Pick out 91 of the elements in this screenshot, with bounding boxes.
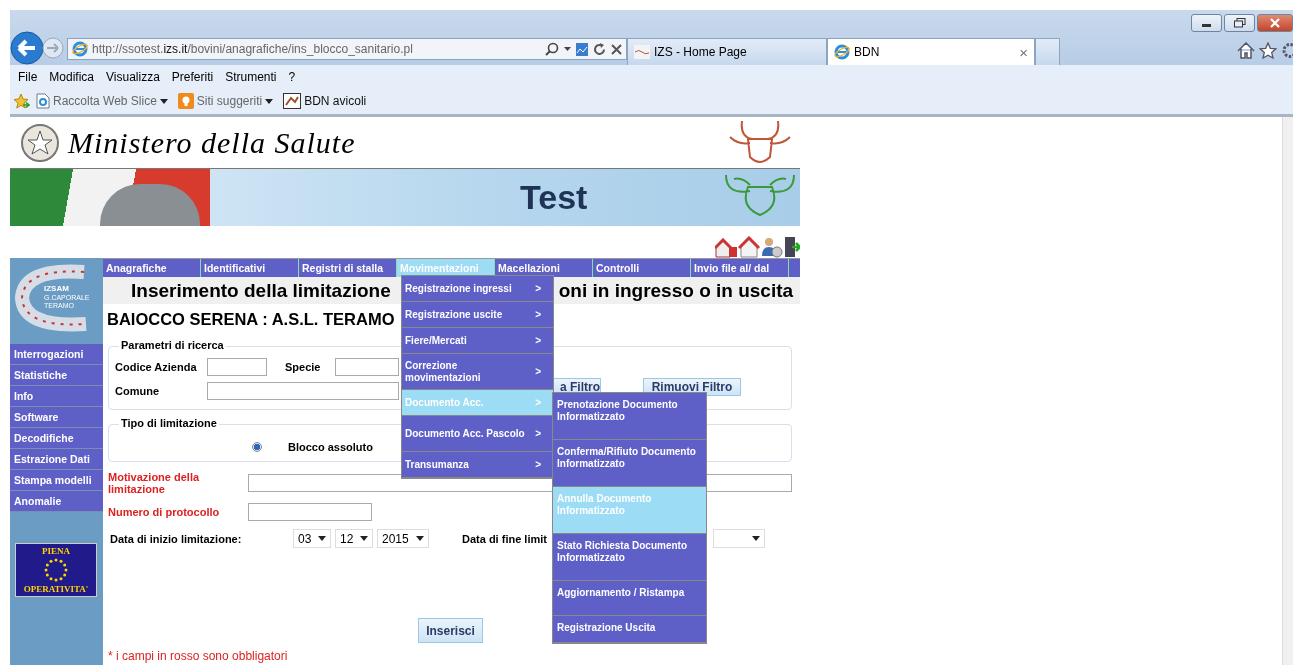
favorites-link[interactable]: BDN avicoli [304, 94, 367, 108]
star-icon[interactable] [1259, 42, 1277, 59]
field-label: Data di inizio limitazione: [109, 532, 243, 545]
field-label: Comune [115, 385, 160, 397]
caret-icon[interactable] [564, 47, 571, 51]
sidebar-item[interactable]: Statistiche [10, 365, 103, 386]
field-label: Codice Azienda [115, 361, 198, 373]
sidebar-item[interactable]: Decodifiche [10, 428, 103, 449]
forward-button[interactable] [42, 37, 64, 59]
menu-item[interactable]: Stato Richiesta Documento Informatizzato [553, 534, 706, 581]
year-select[interactable] [713, 529, 765, 548]
sidebar-item[interactable]: Interrogazioni [10, 344, 103, 365]
radio-label: Blocco assoluto [288, 441, 373, 453]
scrollbar[interactable] [1282, 117, 1293, 665]
user-refresh-icon[interactable] [761, 236, 783, 258]
tab-close-button[interactable]: × [1019, 43, 1028, 61]
sidebar-item[interactable]: Estrazione Dati [10, 449, 103, 470]
home-icon[interactable] [1237, 42, 1255, 59]
favorites-star-icon[interactable] [13, 93, 30, 109]
menu-item[interactable]: Registrazione ingressi > [402, 276, 553, 302]
caret-icon [318, 536, 326, 541]
sidebar-item[interactable]: Stampa modelli [10, 470, 103, 491]
radio-button[interactable] [252, 442, 262, 452]
menu-item[interactable]: Fiere/Mercati > [402, 328, 553, 354]
menu-item[interactable]: Prenotazione Documento Informatizzato [553, 393, 706, 440]
menu-item[interactable]: Aggiornamento / Ristampa [553, 581, 706, 616]
close-icon[interactable] [611, 43, 622, 55]
caret-icon [360, 536, 368, 541]
ministry-title: Ministero della Salute [68, 125, 356, 160]
specie-field[interactable] [335, 358, 399, 376]
menu-item[interactable]: Registrazione Uscita [553, 616, 706, 643]
sidebar-item[interactable]: Anomalie [10, 491, 103, 512]
back-button[interactable] [10, 31, 44, 65]
caret-icon [752, 536, 760, 541]
insert-button[interactable]: Inserisci [418, 618, 483, 643]
favorites-link[interactable]: Raccolta Web Slice [53, 94, 157, 108]
menu-item[interactable]: Modifica [49, 69, 95, 84]
restore-button[interactable] [1224, 14, 1255, 32]
settings-icon[interactable] [1281, 42, 1293, 59]
month-select[interactable]: 12 [335, 529, 373, 548]
favorites-link[interactable]: Siti suggeriti [196, 94, 263, 108]
page-title: Inserimento della limitazione [131, 279, 391, 302]
browser-tab[interactable]: IZS - Home Page [627, 38, 827, 65]
menu-item[interactable]: Visualizza [106, 69, 160, 84]
year-select[interactable]: 2015 [377, 529, 429, 548]
field-label: Specie [285, 361, 322, 373]
minimize-button[interactable] [1191, 14, 1222, 32]
site-favicon-icon [634, 45, 650, 59]
sidebar-item[interactable]: Info [10, 386, 103, 407]
refresh-icon[interactable] [593, 42, 606, 56]
panel-legend: Parametri di ricerca [119, 339, 226, 351]
ie-logo-icon [72, 41, 88, 57]
eu-operativity-badge: PIENA OPERATIVITA' [15, 543, 97, 597]
caret-icon [416, 536, 424, 541]
close-icon [1270, 18, 1280, 28]
browser-tab[interactable]: BDN × [827, 38, 1035, 65]
sidebar-item[interactable]: Software [10, 407, 103, 428]
menu-item[interactable]: Strumenti [225, 69, 277, 84]
eu-stars-icon [43, 558, 69, 582]
institute-name: IZSAM [44, 284, 69, 293]
restore-icon [1233, 18, 1246, 28]
menu-item[interactable]: Preferiti [171, 69, 214, 84]
page-title: oni in ingresso o in uscita [558, 279, 794, 302]
field-label: Data di fine limit [462, 532, 548, 545]
house-icon[interactable] [738, 236, 760, 258]
exit-door-icon[interactable] [784, 236, 800, 258]
day-select[interactable]: 03 [293, 529, 331, 548]
panel-legend: Tipo di limitazione [119, 417, 219, 429]
ie-page-icon [36, 93, 50, 109]
search-icon[interactable] [545, 42, 559, 56]
close-button[interactable] [1257, 14, 1293, 32]
field-label: Numero di protocollo [108, 506, 221, 518]
codice-azienda-field[interactable] [207, 358, 267, 376]
menu-item[interactable]: Registrazione uscite > [402, 302, 553, 328]
menu-item[interactable]: ? [288, 69, 296, 84]
environment-label: Test [520, 178, 588, 217]
caret-icon[interactable] [265, 98, 274, 104]
caret-icon[interactable] [159, 98, 168, 104]
ie-logo-icon [834, 44, 850, 60]
compatibility-icon[interactable] [576, 42, 588, 56]
comune-field[interactable] [207, 382, 399, 400]
menu-item[interactable]: File [18, 69, 38, 84]
protocol-field[interactable] [248, 503, 372, 521]
field-label: Motivazione della limitazione [108, 471, 201, 495]
required-fields-note: * i campi in rosso sono obbligatori [107, 649, 289, 663]
farm-house-icon[interactable] [715, 238, 737, 258]
user-heading: BAIOCCO SERENA : A.S.L. TERAMO [106, 309, 395, 330]
lightbulb-icon [177, 93, 194, 109]
bird-picture-icon [283, 93, 302, 109]
address-bar[interactable]: http://ssotest.izs.it/bovini/anagrafiche/ins_blocco_sanitario.pl [67, 38, 627, 60]
republic-emblem-icon [20, 122, 60, 163]
